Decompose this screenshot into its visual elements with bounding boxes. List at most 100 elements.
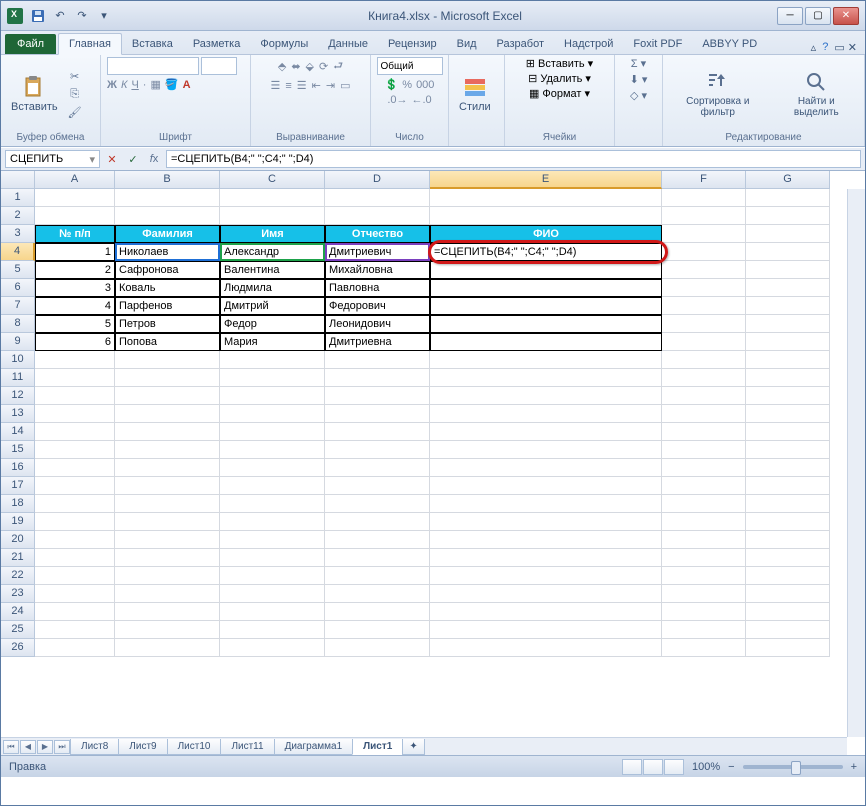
cell[interactable] [746, 279, 830, 297]
cell[interactable] [35, 423, 115, 441]
cell[interactable] [430, 567, 662, 585]
cell[interactable] [325, 531, 430, 549]
cell[interactable] [325, 441, 430, 459]
cell[interactable] [430, 333, 662, 351]
orientation-icon[interactable]: ⟳ [319, 60, 328, 73]
cell[interactable] [746, 351, 830, 369]
cell[interactable]: 2 [35, 261, 115, 279]
row-header-1[interactable]: 1 [1, 189, 35, 207]
cell[interactable] [662, 279, 746, 297]
cell[interactable]: 6 [35, 333, 115, 351]
cell[interactable] [220, 189, 325, 207]
cell[interactable] [746, 333, 830, 351]
decimal-dec-icon[interactable]: ←.0 [412, 94, 432, 106]
cell[interactable] [115, 369, 220, 387]
cell[interactable] [115, 441, 220, 459]
cell[interactable] [35, 639, 115, 657]
cell[interactable] [35, 189, 115, 207]
col-header-g[interactable]: G [746, 171, 830, 189]
tab-data[interactable]: Данные [318, 34, 378, 54]
indent-dec-icon[interactable]: ⇤ [312, 79, 321, 92]
cell[interactable] [115, 459, 220, 477]
row-header-7[interactable]: 7 [1, 297, 35, 315]
align-right-icon[interactable]: ☰ [297, 79, 307, 92]
cell[interactable] [115, 585, 220, 603]
row-header-6[interactable]: 6 [1, 279, 35, 297]
format-painter-icon[interactable]: 🖌 [66, 104, 84, 120]
col-header-a[interactable]: A [35, 171, 115, 189]
align-center-icon[interactable]: ≡ [285, 80, 291, 92]
cell[interactable]: Николаев [115, 243, 220, 261]
cell[interactable] [430, 279, 662, 297]
cell[interactable] [662, 351, 746, 369]
cell[interactable] [662, 585, 746, 603]
cell[interactable] [430, 315, 662, 333]
save-icon[interactable] [29, 7, 47, 25]
cell[interactable] [115, 207, 220, 225]
row-header-3[interactable]: 3 [1, 225, 35, 243]
sheet-tab[interactable]: Лист1 [352, 739, 403, 755]
border-icon[interactable]: ▦ [150, 78, 160, 91]
tab-addins[interactable]: Надстрой [554, 34, 623, 54]
cell[interactable] [430, 513, 662, 531]
tab-formulas[interactable]: Формулы [250, 34, 318, 54]
cell[interactable] [746, 639, 830, 657]
cell[interactable] [325, 567, 430, 585]
cell[interactable] [35, 495, 115, 513]
cell[interactable] [115, 477, 220, 495]
view-page-layout-icon[interactable] [643, 759, 663, 775]
name-box[interactable]: СЦЕПИТЬ ▾ [5, 150, 100, 168]
cell[interactable] [662, 441, 746, 459]
tab-layout[interactable]: Разметка [183, 34, 251, 54]
cell[interactable]: Федор [220, 315, 325, 333]
cell[interactable] [220, 369, 325, 387]
cell[interactable]: Федорович [325, 297, 430, 315]
cell[interactable] [115, 549, 220, 567]
cell[interactable] [325, 423, 430, 441]
cell[interactable] [35, 549, 115, 567]
row-header-13[interactable]: 13 [1, 405, 35, 423]
cell[interactable] [746, 477, 830, 495]
zoom-level[interactable]: 100% [692, 761, 720, 773]
tab-nav-first-icon[interactable]: ⏮ [3, 740, 19, 754]
cell[interactable] [35, 531, 115, 549]
cell[interactable] [220, 207, 325, 225]
cell[interactable] [325, 477, 430, 495]
cancel-formula-icon[interactable]: ✕ [103, 150, 121, 168]
cell[interactable] [430, 549, 662, 567]
cell[interactable] [430, 351, 662, 369]
cell[interactable] [746, 513, 830, 531]
cell[interactable]: Сафронова [115, 261, 220, 279]
cell[interactable] [430, 495, 662, 513]
grid[interactable]: № п/пФамилияИмяОтчествоФИО1НиколаевАлекс… [35, 189, 847, 737]
cell[interactable] [746, 495, 830, 513]
autosum-icon[interactable]: Σ ▾ [631, 57, 646, 70]
cell[interactable] [325, 513, 430, 531]
cell[interactable]: № п/п [35, 225, 115, 243]
cell[interactable] [662, 189, 746, 207]
cell[interactable] [662, 495, 746, 513]
cell[interactable] [220, 351, 325, 369]
cell[interactable] [220, 585, 325, 603]
paste-button[interactable]: Вставить [7, 73, 62, 115]
cell[interactable] [662, 369, 746, 387]
cell[interactable] [220, 477, 325, 495]
col-header-c[interactable]: C [220, 171, 325, 189]
row-header-17[interactable]: 17 [1, 477, 35, 495]
new-sheet-tab[interactable]: ✦ [402, 739, 424, 755]
cell[interactable] [430, 423, 662, 441]
cell[interactable] [662, 567, 746, 585]
cell[interactable] [430, 639, 662, 657]
cell[interactable] [220, 621, 325, 639]
row-header-5[interactable]: 5 [1, 261, 35, 279]
maximize-button[interactable]: ▢ [805, 7, 831, 25]
cell[interactable] [662, 531, 746, 549]
cell[interactable] [325, 549, 430, 567]
redo-icon[interactable]: ↷ [73, 7, 91, 25]
align-top-icon[interactable]: ⬘ [278, 60, 286, 73]
cell[interactable] [115, 405, 220, 423]
delete-cells-icon[interactable]: ⊟ [528, 72, 537, 85]
cell[interactable] [662, 261, 746, 279]
comma-icon[interactable]: 000 [416, 79, 434, 91]
cell[interactable] [662, 639, 746, 657]
